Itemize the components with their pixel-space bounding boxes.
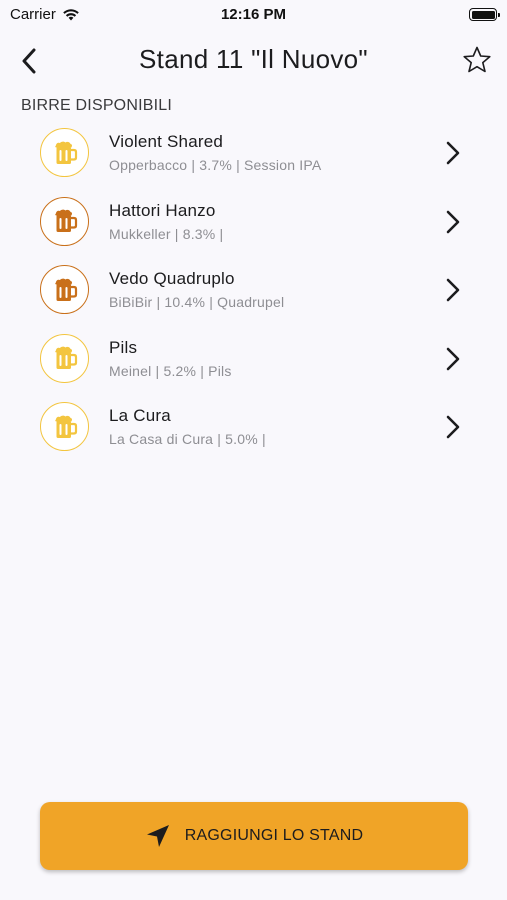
battery-icon xyxy=(469,8,500,21)
section-header: BIRRE DISPONIBILI xyxy=(21,97,172,114)
page-title: Stand 11 "Il Nuovo" xyxy=(139,44,368,74)
reach-stand-button[interactable]: RAGGIUNGI LO STAND xyxy=(40,802,468,870)
beer-mug-icon xyxy=(40,196,89,246)
beer-list-item[interactable]: Violent Shared Opperbacco | 3.7% | Sessi… xyxy=(0,118,507,187)
chevron-right-icon xyxy=(446,347,460,370)
navigation-arrow-icon xyxy=(146,825,169,847)
beer-list-item[interactable]: La Cura La Casa di Cura | 5.0% | xyxy=(0,392,507,461)
chevron-right-icon xyxy=(446,210,460,233)
beer-name: Hattori Hanzo xyxy=(109,200,216,220)
beer-list-item[interactable]: Hattori Hanzo Mukkeller | 8.3% | xyxy=(0,187,507,256)
back-button[interactable] xyxy=(14,46,44,76)
reach-stand-label: RAGGIUNGI LO STAND xyxy=(184,827,364,844)
chevron-left-icon xyxy=(22,48,36,74)
beer-details: La Casa di Cura | 5.0% | xyxy=(109,431,266,447)
beer-list-item[interactable]: Pils Meinel | 5.2% | Pils xyxy=(0,324,507,393)
chevron-right-icon xyxy=(446,141,460,165)
beer-name: La Cura xyxy=(109,406,171,425)
beer-mug-icon xyxy=(40,402,89,451)
beer-details: Mukkeller | 8.3% | xyxy=(109,225,224,242)
beer-details: BiBiBir | 10.4% | Quadrupel xyxy=(109,294,285,310)
beer-name: Vedo Quadruplo xyxy=(109,269,235,288)
beer-list-item[interactable]: Vedo Quadruplo BiBiBir | 10.4% | Quadrup… xyxy=(0,255,507,324)
beer-mug-icon xyxy=(40,265,89,314)
beer-mug-icon xyxy=(40,128,89,177)
beer-list: Violent Shared Opperbacco | 3.7% | Sessi… xyxy=(0,118,507,461)
star-outline-icon xyxy=(463,46,491,73)
status-time: 12:16 PM xyxy=(220,6,287,23)
beer-details: Meinel | 5.2% | Pils xyxy=(109,362,232,379)
battery-fill xyxy=(471,10,495,19)
beer-mug-icon xyxy=(40,333,89,383)
status-bar: Carrier 12:16 PM xyxy=(0,0,507,30)
chevron-right-icon xyxy=(446,278,460,302)
navigation-bar: Stand 11 "Il Nuovo" xyxy=(0,38,507,86)
favorite-button[interactable] xyxy=(461,44,493,76)
beer-name: Pils xyxy=(109,337,138,357)
beer-name: Violent Shared xyxy=(109,132,224,151)
chevron-right-icon xyxy=(446,415,460,439)
beer-details: Opperbacco | 3.7% | Session IPA xyxy=(109,157,322,173)
